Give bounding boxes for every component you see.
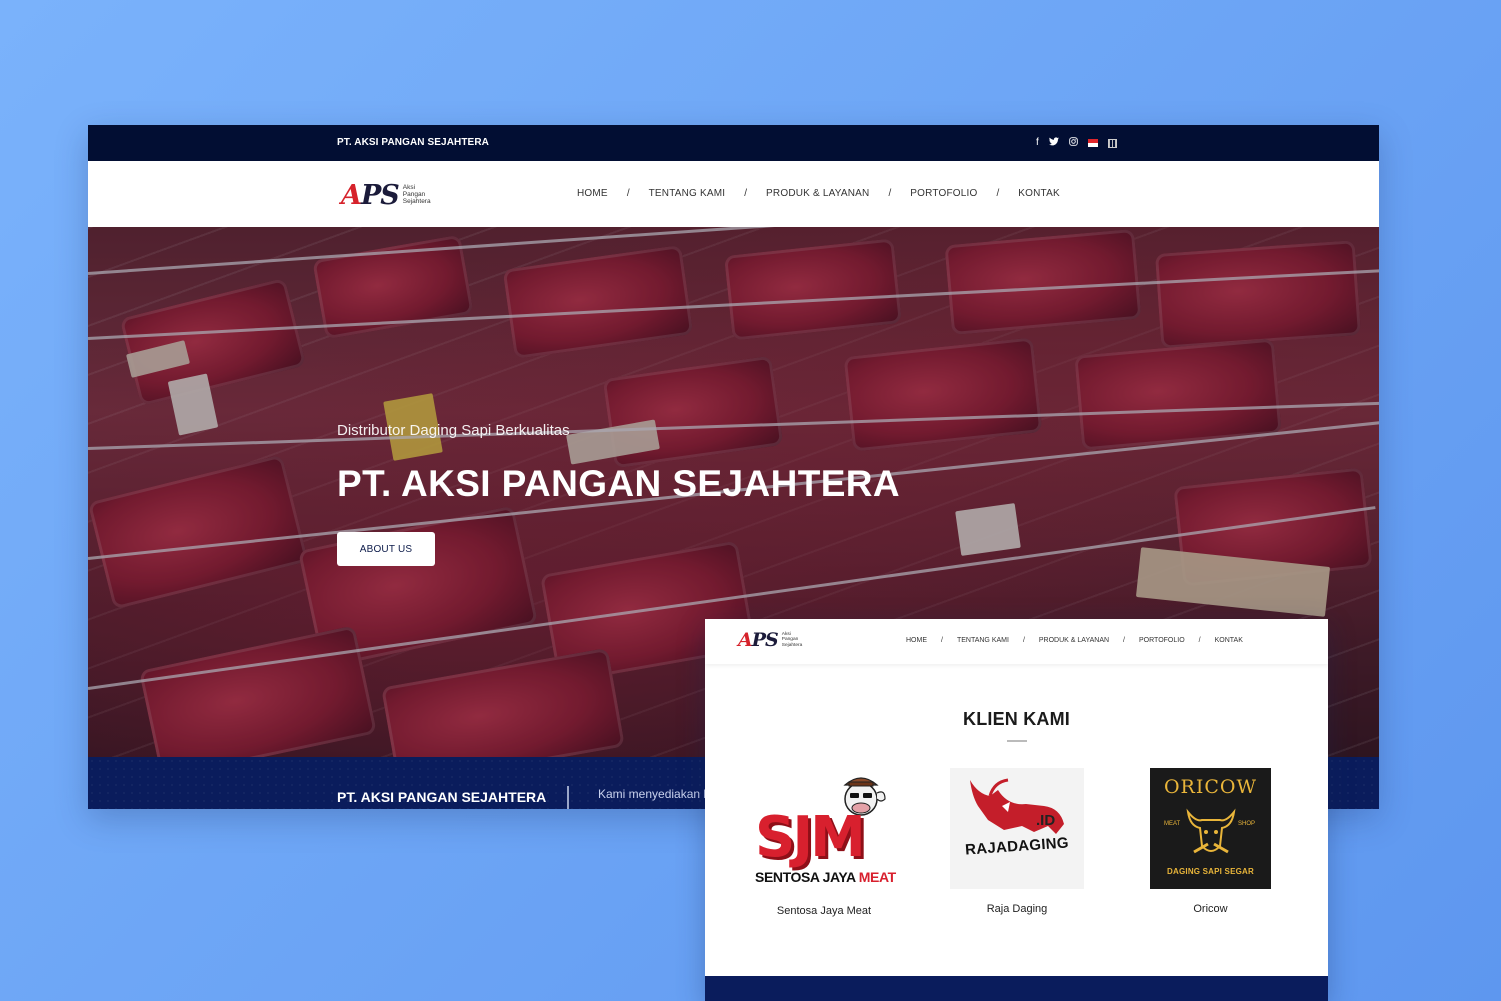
bull-head-icon: [1186, 808, 1236, 854]
facebook-icon[interactable]: f: [1036, 138, 1039, 148]
nav-separator: /: [996, 188, 1000, 199]
client-name: Sentosa Jaya Meat: [776, 905, 872, 917]
client-name: Oricow: [1193, 903, 1228, 915]
company-logo[interactable]: APS Aksi Pangan Sejahtera: [341, 180, 431, 211]
client-card-oricow[interactable]: ORICOW MEAT SHOP DAGING SAPI SEGAR Orico…: [1150, 768, 1271, 915]
nav-separator: /: [626, 188, 630, 199]
overlay-logo-tagline: Aksi Pangan Sejahtera: [781, 632, 803, 648]
nav-kontak[interactable]: KONTAK: [1215, 637, 1243, 644]
oricow-left-label: MEAT: [1164, 821, 1181, 827]
about-us-button[interactable]: ABOUT US: [337, 532, 435, 566]
oricow-right-label: SHOP: [1238, 821, 1256, 827]
overlay-company-logo[interactable]: APS Aksi Pangan Sejahtera: [738, 629, 802, 651]
client-card-sjm[interactable]: SJM SENTOSA JAYA MEAT Sentosa Jaya Meat: [755, 769, 896, 917]
sjm-logo: SJM SENTOSA JAYA MEAT: [755, 769, 896, 891]
instagram-icon[interactable]: [1069, 137, 1078, 149]
client-card-raja-daging[interactable]: .ID RAJADAGING Raja Daging: [950, 768, 1084, 915]
nav-separator: /: [744, 188, 748, 199]
intro-divider: [567, 786, 569, 809]
section-title: KLIEN KAMI: [963, 709, 1070, 729]
nav-home[interactable]: HOME: [577, 188, 608, 199]
topbar-brand: PT. AKSI PANGAN SEJAHTERA: [337, 137, 489, 148]
overlay-logo-mark: APS: [738, 629, 779, 651]
nav-separator: /: [888, 188, 892, 199]
nav-portofolio[interactable]: PORTOFOLIO: [1139, 637, 1185, 644]
intro-description: Kami menyediakan k: [598, 787, 710, 801]
flag-indonesia-icon[interactable]: [1087, 139, 1098, 147]
raja-daging-logo: .ID RAJADAGING: [950, 768, 1084, 889]
overlay-navbar: APS Aksi Pangan Sejahtera HOME / TENTANG…: [705, 619, 1328, 664]
sjm-letters: SJM: [755, 805, 866, 870]
social-links: f: [1036, 137, 1117, 149]
nav-separator: /: [1022, 637, 1025, 644]
nav-tentang-kami[interactable]: TENTANG KAMI: [957, 637, 1009, 644]
hero-title: PT. AKSI PANGAN SEJAHTERA: [337, 463, 901, 504]
twitter-icon[interactable]: [1048, 137, 1059, 149]
raja-logo-suffix: .ID: [1036, 812, 1056, 829]
nav-portofolio[interactable]: PORTOFOLIO: [910, 188, 977, 199]
oricow-logo: ORICOW MEAT SHOP DAGING SAPI SEGAR: [1150, 768, 1271, 889]
nav-separator: /: [1198, 637, 1201, 644]
clients-page-screenshot: APS Aksi Pangan Sejahtera HOME / TENTANG…: [705, 619, 1328, 1001]
overlay-footer-band: [705, 976, 1328, 1001]
client-name: Raja Daging: [986, 903, 1048, 915]
top-bar: PT. AKSI PANGAN SEJAHTERA f: [88, 125, 1379, 161]
section-title-underline: [1007, 740, 1027, 742]
overlay-nav-links: HOME / TENTANG KAMI / PRODUK & LAYANAN /…: [906, 637, 1243, 644]
logo-tagline: Aksi Pangan Sejahtera: [402, 184, 431, 205]
intro-company-name: PT. AKSI PANGAN SEJAHTERA: [337, 789, 547, 805]
oricow-tagline: DAGING SAPI SEGAR: [1167, 867, 1254, 876]
oricow-wordmark: ORICOW: [1163, 776, 1258, 798]
main-navbar: APS Aksi Pangan Sejahtera HOME / TENTANG…: [88, 161, 1379, 227]
logo-mark: APS: [341, 180, 400, 211]
nav-separator: /: [1123, 637, 1125, 644]
nav-tentang-kami[interactable]: TENTANG KAMI: [649, 188, 726, 199]
nav-produk-layanan[interactable]: PRODUK & LAYANAN: [766, 188, 869, 199]
nav-separator: /: [941, 637, 943, 644]
nav-kontak[interactable]: KONTAK: [1018, 188, 1060, 199]
nav-home[interactable]: HOME: [906, 637, 927, 644]
flag-china-icon[interactable]: [1107, 138, 1117, 148]
bull-silhouette-icon: [970, 778, 1064, 834]
hero-subtitle: Distributor Daging Sapi Berkualitas: [337, 422, 570, 439]
nav-produk-layanan[interactable]: PRODUK & LAYANAN: [1039, 637, 1109, 644]
main-nav-links: HOME / TENTANG KAMI / PRODUK & LAYANAN /…: [577, 188, 1060, 199]
sjm-logo-subtitle: SENTOSA JAYA MEAT: [755, 869, 896, 885]
